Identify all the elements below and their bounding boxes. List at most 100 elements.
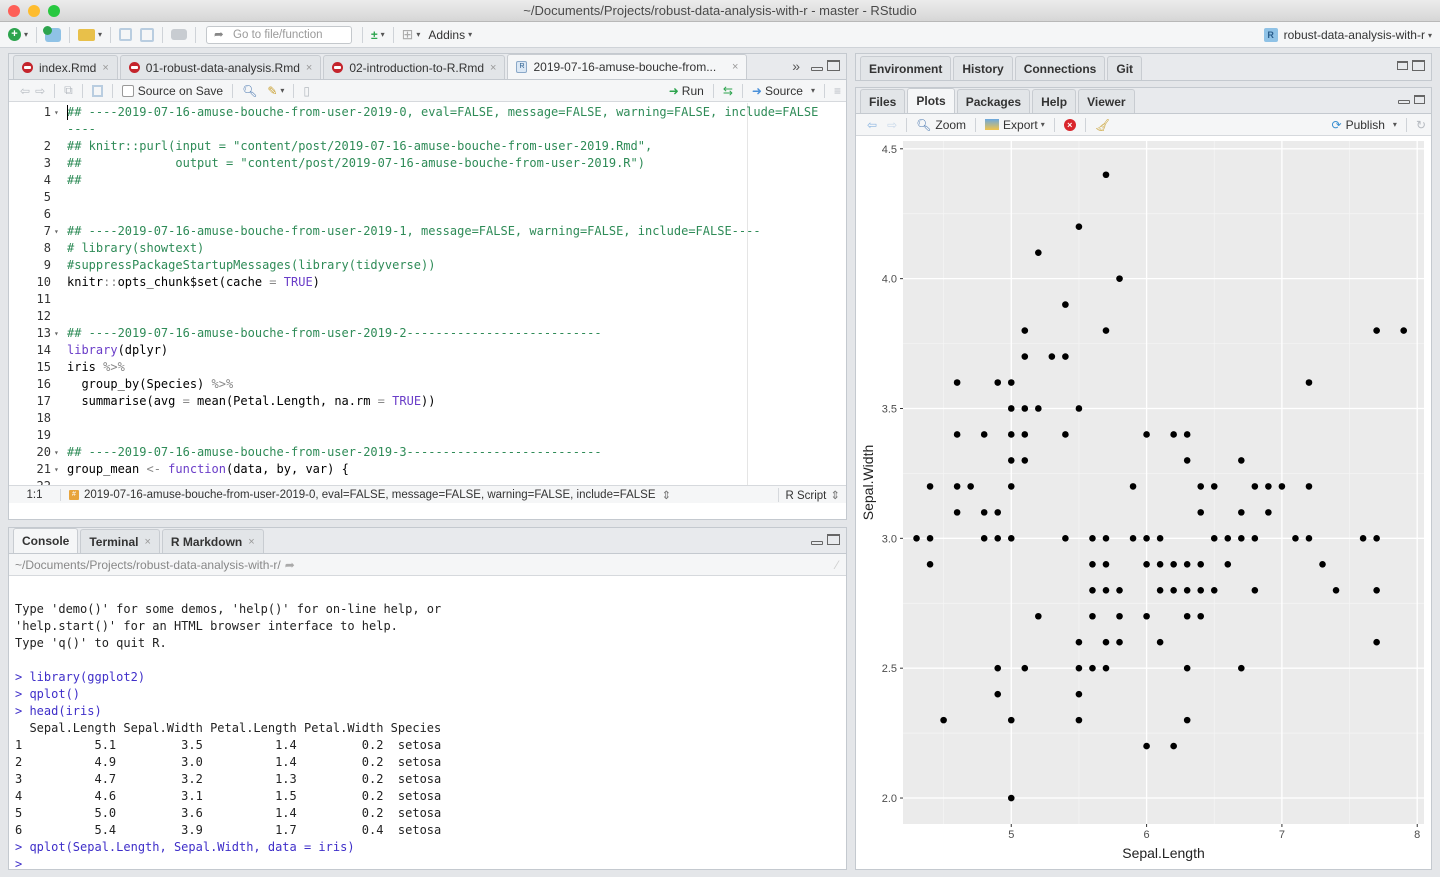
- fold-toggle-icon[interactable]: ▾: [54, 223, 59, 240]
- save-all-button[interactable]: [136, 25, 158, 45]
- more-tabs-button[interactable]: »: [792, 58, 800, 74]
- tab-viewer[interactable]: Viewer: [1078, 89, 1135, 113]
- code-line[interactable]: 8 # library(showtext): [9, 240, 844, 257]
- zoom-window-button[interactable]: [48, 5, 60, 17]
- open-file-button[interactable]: ▾: [74, 25, 106, 45]
- new-project-button[interactable]: [41, 25, 65, 45]
- save-file-button[interactable]: [87, 81, 108, 101]
- tab-plots[interactable]: Plots: [907, 88, 955, 113]
- tab-help[interactable]: Help: [1032, 89, 1077, 113]
- code-line[interactable]: 7 ▾ ## ----2019-07-16-amuse-bouche-from-us…: [9, 223, 844, 240]
- code-line[interactable]: 20 ▾ ## ----2019-07-16-amuse-bouche-from-u…: [9, 444, 844, 461]
- restore-pane-button[interactable]: [1397, 61, 1408, 70]
- minimize-pane-button[interactable]: [811, 540, 823, 545]
- code-line[interactable]: 1 ▾ ## ----2019-07-16-amuse-bouche-from-us…: [9, 104, 844, 121]
- maximize-pane-button[interactable]: [1412, 60, 1425, 71]
- source-on-save-checkbox[interactable]: Source on Save: [117, 81, 228, 101]
- code-line[interactable]: 15 iris %>%: [9, 359, 844, 376]
- minimize-pane-button[interactable]: [811, 66, 823, 71]
- run-button[interactable]: ➜ Run: [664, 81, 709, 101]
- chunk-navigator[interactable]: #2019-07-16-amuse-bouche-from-user-2019-…: [61, 488, 671, 502]
- tab-terminal[interactable]: Terminal ×: [80, 529, 160, 553]
- code-line[interactable]: 13 ▾ ## ----2019-07-16-amuse-bouche-from-u…: [9, 325, 844, 342]
- code-line[interactable]: 5: [9, 189, 844, 206]
- close-tab-icon[interactable]: ×: [490, 62, 496, 74]
- save-button[interactable]: [115, 25, 136, 45]
- code-line[interactable]: 18: [9, 410, 844, 427]
- maximize-pane-button[interactable]: [827, 60, 840, 71]
- code-line[interactable]: 14 library(dplyr): [9, 342, 844, 359]
- previous-plot-button[interactable]: ⇦: [862, 115, 882, 135]
- goto-directory-icon[interactable]: ➦: [285, 558, 295, 572]
- tab-files[interactable]: Files: [860, 89, 906, 113]
- addins-menu[interactable]: Addins ▾: [424, 25, 476, 45]
- tab-git[interactable]: Git: [1107, 56, 1143, 80]
- code-editor[interactable]: 1 ▾ ## ----2019-07-16-amuse-bouche-from-us…: [9, 103, 846, 503]
- pane-layout-button[interactable]: ⊞ ▾: [398, 25, 425, 45]
- maximize-pane-button[interactable]: [827, 534, 840, 545]
- source-button[interactable]: ➜ Source ▾: [747, 81, 820, 101]
- project-menu[interactable]: R robust-data-analysis-with-r ▾: [1263, 22, 1432, 48]
- restore-pane-button[interactable]: [1414, 94, 1425, 104]
- fold-toggle-icon[interactable]: ▾: [54, 444, 59, 461]
- close-tab-icon[interactable]: ×: [102, 62, 108, 74]
- code-line[interactable]: 2 ## knitr::purl(input = "content/post/20…: [9, 138, 844, 155]
- code-line[interactable]: 16 group_by(Species) %>%: [9, 376, 844, 393]
- close-window-button[interactable]: [8, 5, 20, 17]
- fold-toggle-icon[interactable]: ▾: [54, 104, 59, 121]
- compile-report-button[interactable]: ▯: [298, 81, 315, 101]
- code-line[interactable]: 9 #suppressPackageStartupMessages(library…: [9, 257, 844, 274]
- working-directory[interactable]: ~/Documents/Projects/robust-data-analysi…: [15, 558, 281, 572]
- close-tab-icon[interactable]: ×: [248, 536, 254, 548]
- vcs-button[interactable]: ± ▾: [367, 25, 389, 45]
- export-button[interactable]: Export ▾: [980, 115, 1050, 135]
- tab-r-markdown[interactable]: R Markdown ×: [161, 529, 264, 553]
- tab-environment[interactable]: Environment: [860, 56, 952, 80]
- code-line[interactable]: 12: [9, 308, 844, 325]
- file-type-selector[interactable]: R Script ⇕: [778, 487, 846, 502]
- minimize-window-button[interactable]: [28, 5, 40, 17]
- code-line[interactable]: 11: [9, 291, 844, 308]
- rerun-button[interactable]: ⇆: [718, 81, 738, 101]
- code-line[interactable]: 10 knitr::opts_chunk$set(cache = TRUE): [9, 274, 844, 291]
- tab-history[interactable]: History: [953, 56, 1013, 80]
- find-replace-button[interactable]: 🔍︎: [237, 81, 262, 101]
- code-line[interactable]: 4 ##: [9, 172, 844, 189]
- fold-toggle-icon[interactable]: ▾: [54, 325, 59, 342]
- new-file-button[interactable]: + ▾: [4, 25, 32, 45]
- data-point: [1156, 638, 1164, 646]
- code-line[interactable]: 19: [9, 427, 844, 444]
- fold-toggle-icon[interactable]: ▾: [54, 461, 59, 478]
- tab-console[interactable]: Console: [13, 528, 79, 553]
- console-output[interactable]: Type 'demo()' for some demos, 'help()' f…: [9, 578, 846, 869]
- code-line[interactable]: 17 summarise(avg = mean(Petal.Length, na…: [9, 393, 844, 410]
- code-line[interactable]: 3 ## output = "content/post/2019-07-16-am…: [9, 155, 844, 172]
- tab-index-rmd[interactable]: index.Rmd ×: [13, 55, 118, 79]
- clear-all-plots-button[interactable]: 🧹︎: [1090, 115, 1115, 135]
- clear-console-icon[interactable]: ⁄: [836, 558, 838, 572]
- tab-01-robust-data-analysis[interactable]: 01-robust-data-analysis.Rmd ×: [119, 55, 322, 79]
- zoom-button[interactable]: 🔍︎ Zoom: [911, 115, 971, 135]
- publish-button[interactable]: ⟳ Publish ▾: [1327, 115, 1402, 135]
- code-line[interactable]: ----: [9, 121, 844, 138]
- tab-connections[interactable]: Connections: [1014, 56, 1106, 80]
- document-outline-button[interactable]: ≡: [829, 81, 846, 101]
- print-button[interactable]: [167, 25, 191, 45]
- code-line[interactable]: 21 ▾ group_mean <- function(data, by, var)…: [9, 461, 844, 478]
- tab-packages[interactable]: Packages: [956, 89, 1031, 113]
- back-button[interactable]: ⇦: [15, 81, 35, 101]
- show-in-window-button[interactable]: ⧉: [59, 81, 78, 101]
- forward-button[interactable]: ⇨: [35, 81, 50, 101]
- minimize-pane-button[interactable]: [1398, 100, 1410, 104]
- tab-amuse-bouche-r[interactable]: R 2019-07-16-amuse-bouche-from... ×: [507, 54, 748, 79]
- remove-plot-button[interactable]: ×: [1059, 115, 1081, 135]
- close-tab-icon[interactable]: ×: [306, 62, 312, 74]
- close-tab-icon[interactable]: ×: [732, 61, 738, 73]
- next-plot-button[interactable]: ⇨: [882, 115, 902, 135]
- close-tab-icon[interactable]: ×: [144, 536, 150, 548]
- tab-02-introduction-to-r[interactable]: 02-introduction-to-R.Rmd ×: [323, 55, 506, 79]
- code-line[interactable]: 6: [9, 206, 844, 223]
- goto-file-function-input[interactable]: ➦ Go to file/function: [206, 25, 353, 44]
- code-tools-button[interactable]: ✎ ▾: [262, 81, 289, 101]
- refresh-plot-button[interactable]: ↻: [1411, 115, 1431, 135]
